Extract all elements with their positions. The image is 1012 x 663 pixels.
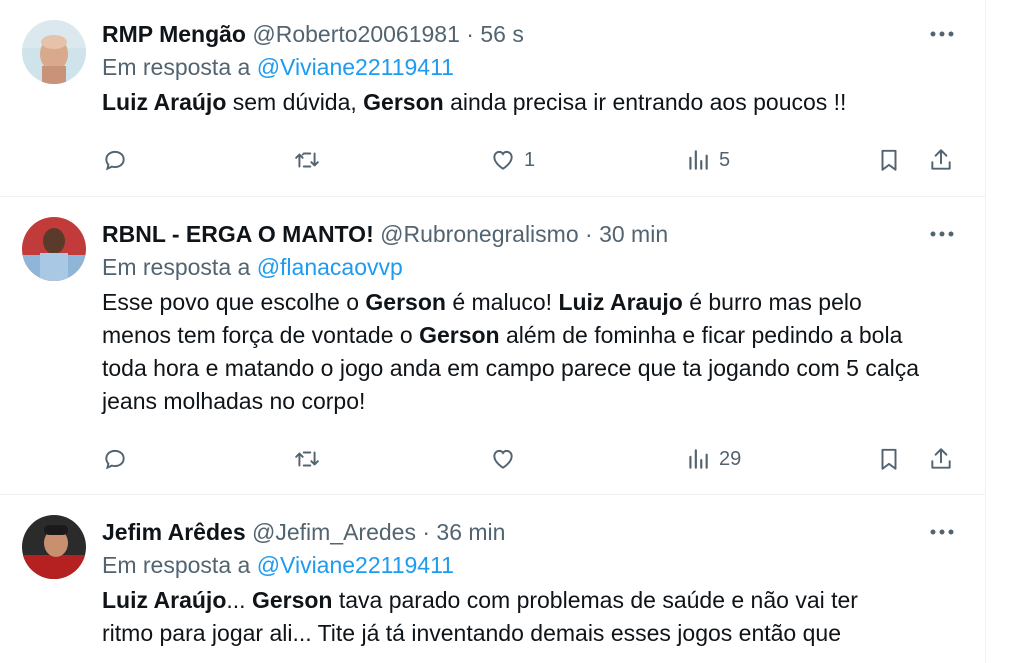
user-handle[interactable]: @Jefim_Aredes — [252, 519, 416, 545]
views-bar-chart-icon — [685, 147, 711, 173]
share-button[interactable] — [928, 439, 954, 479]
tweet-text-bold: Gerson — [419, 322, 500, 348]
retweet-button[interactable] — [294, 439, 328, 479]
reply-mention-link[interactable]: @Viviane22119411 — [257, 552, 454, 578]
avatar[interactable] — [22, 217, 86, 281]
retweet-icon — [294, 147, 320, 173]
separator: · — [422, 519, 431, 545]
user-handle[interactable]: @Roberto20061981 — [252, 21, 460, 47]
retweet-button[interactable] — [294, 140, 328, 180]
tweet-actions: 1 5 — [102, 140, 957, 180]
retweet-icon — [294, 446, 320, 472]
share-upload-icon — [928, 147, 954, 173]
reply-bubble-icon — [102, 446, 128, 472]
tweet-text: Luiz Araújo sem dúvida, Gerson ainda pre… — [102, 86, 955, 119]
views-button[interactable]: 29 — [685, 439, 741, 479]
timestamp[interactable]: 36 min — [436, 519, 505, 545]
separator: · — [466, 21, 474, 47]
bookmark-icon — [876, 446, 902, 472]
like-button[interactable] — [490, 439, 524, 479]
bookmark-button[interactable] — [876, 439, 902, 479]
views-bar-chart-icon — [685, 446, 711, 472]
tweet-text: Esse povo que escolhe o Gerson é maluco!… — [102, 286, 955, 418]
more-dots-icon[interactable] — [927, 516, 957, 548]
like-button[interactable]: 1 — [490, 140, 535, 180]
timestamp[interactable]: 30 min — [599, 221, 668, 247]
display-name[interactable]: RMP Mengão — [102, 21, 246, 47]
reply-prefix: Em resposta a — [102, 54, 251, 80]
view-count: 5 — [719, 148, 731, 171]
view-count: 29 — [719, 447, 742, 470]
tweet-text-bold: Luiz Araújo — [102, 89, 227, 115]
more-dots-icon[interactable] — [927, 218, 957, 250]
reply-context: Em resposta a @flanacaovvp — [102, 250, 955, 284]
tweet-text-segment: é maluco! — [445, 289, 559, 315]
avatar[interactable] — [22, 515, 86, 579]
reply-button[interactable] — [102, 439, 136, 479]
tweet-actions: 29 — [102, 439, 957, 479]
bookmark-button[interactable] — [876, 140, 902, 180]
like-count: 1 — [524, 148, 536, 171]
tweet-text-bold: Gerson — [363, 89, 444, 115]
heart-icon — [490, 446, 516, 472]
tweet-text-segment: ainda precisa ir entrando aos poucos !! — [443, 89, 847, 115]
share-upload-icon — [928, 446, 954, 472]
tweet-text-segment: Esse povo que escolhe o — [102, 289, 366, 315]
tweet-text-bold: Luiz Araújo — [102, 587, 227, 613]
tweet-text-bold: Gerson — [365, 289, 446, 315]
tweet-text: Luiz Araújo... Gerson tava parado com pr… — [102, 584, 955, 650]
bookmark-icon — [876, 147, 902, 173]
tweet-text-bold: Luiz Araujo — [558, 289, 683, 315]
timestamp[interactable]: 56 s — [480, 21, 523, 47]
timeline-feed: RMP Mengão @Roberto20061981 · 56 s Em re… — [0, 0, 986, 663]
tweet-text-bold: Gerson — [251, 587, 333, 613]
reply-context: Em resposta a @Viviane22119411 — [102, 50, 955, 84]
tweet-header: Jefim Arêdes @Jefim_Aredes · 36 min — [102, 516, 955, 548]
separator: · — [585, 221, 593, 247]
tweet-header: RBNL - ERGA O MANTO! @Rubronegralismo · … — [102, 218, 955, 250]
tweet-text-segment: ... — [226, 587, 252, 613]
reply-prefix: Em resposta a — [102, 254, 251, 280]
reply-bubble-icon — [102, 147, 128, 173]
reply-mention-link[interactable]: @Viviane22119411 — [257, 54, 454, 80]
views-button[interactable]: 5 — [685, 140, 730, 180]
tweet[interactable]: RBNL - ERGA O MANTO! @Rubronegralismo · … — [0, 197, 985, 495]
tweet-text-segment: sem dúvida, — [226, 89, 364, 115]
tweet-header: RMP Mengão @Roberto20061981 · 56 s — [102, 18, 955, 50]
tweet[interactable]: Jefim Arêdes @Jefim_Aredes · 36 min Em r… — [0, 495, 985, 663]
reply-prefix: Em resposta a — [102, 552, 251, 578]
tweet[interactable]: RMP Mengão @Roberto20061981 · 56 s Em re… — [0, 0, 985, 197]
heart-icon — [490, 147, 516, 173]
share-button[interactable] — [928, 140, 954, 180]
reply-button[interactable] — [102, 140, 136, 180]
more-dots-icon[interactable] — [927, 18, 957, 50]
display-name[interactable]: RBNL - ERGA O MANTO! — [102, 221, 374, 247]
reply-mention-link[interactable]: @flanacaovvp — [257, 254, 403, 280]
reply-context: Em resposta a @Viviane22119411 — [102, 548, 955, 582]
avatar[interactable] — [22, 20, 86, 84]
display-name[interactable]: Jefim Arêdes — [102, 519, 246, 545]
user-handle[interactable]: @Rubronegralismo — [380, 221, 579, 247]
